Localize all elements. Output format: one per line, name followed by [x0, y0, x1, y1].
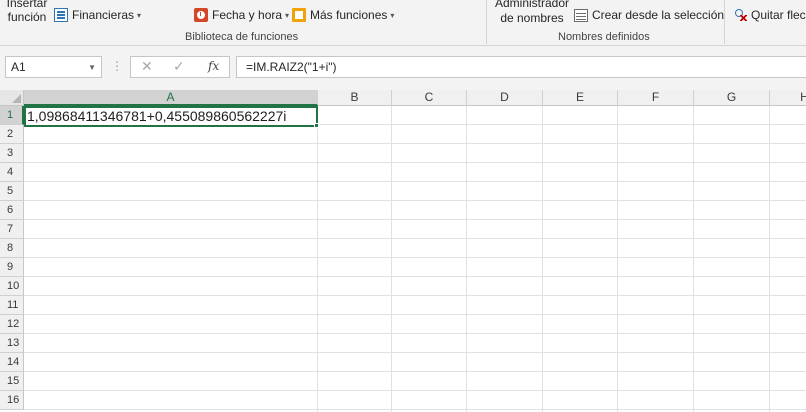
cell-a1[interactable]: 1,09868411346781+0,455089860562227i: [24, 106, 318, 127]
remove-arrows-label: Quitar flec: [751, 8, 806, 22]
row-header-12[interactable]: 12: [0, 315, 24, 334]
chevron-down-icon: ▾: [137, 10, 142, 20]
row-header-8[interactable]: 8: [0, 239, 24, 258]
clock-icon: [194, 8, 208, 22]
name-box-value: A1: [11, 60, 26, 74]
gridline: [617, 106, 618, 412]
formula-input[interactable]: =IM.RAIZ2("1+i"): [236, 56, 806, 78]
group-divider: [486, 0, 487, 44]
table-icon: [574, 8, 588, 22]
gridline: [466, 106, 467, 412]
gridline: [24, 276, 806, 277]
financial-button[interactable]: Financieras ▾: [54, 8, 141, 22]
chevron-down-icon: ▾: [285, 10, 290, 20]
row-header-7[interactable]: 7: [0, 220, 24, 239]
insert-function-icon[interactable]: fx: [208, 59, 219, 73]
select-all-button[interactable]: [0, 90, 24, 106]
column-header-d[interactable]: D: [467, 90, 543, 106]
column-header-e[interactable]: E: [543, 90, 618, 106]
insert-function-label-1: Insertar: [6, 0, 48, 10]
name-manager-label-1: Administrador: [494, 0, 570, 10]
row-header-4[interactable]: 4: [0, 163, 24, 182]
row-header-11[interactable]: 11: [0, 296, 24, 315]
gridline: [24, 390, 806, 391]
financial-label: Financieras: [72, 8, 135, 22]
date-time-label: Fecha y hora: [212, 8, 283, 22]
group-divider: [724, 0, 725, 44]
row-header-3[interactable]: 3: [0, 144, 24, 163]
row-header-15[interactable]: 15: [0, 372, 24, 391]
column-header-h[interactable]: H: [770, 90, 806, 106]
cancel-icon[interactable]: ✕: [141, 58, 153, 75]
gridline: [24, 257, 806, 258]
row-header-5[interactable]: 5: [0, 182, 24, 201]
worksheet-grid[interactable]: A B C D E F G H 1 2 3 4 5 6 7 8 9 10 11 …: [0, 90, 806, 412]
row-header-13[interactable]: 13: [0, 334, 24, 353]
function-library-group-label: Biblioteca de funciones: [185, 31, 299, 43]
name-manager-label-2: de nombres: [500, 11, 564, 25]
financial-icon: [54, 8, 68, 22]
enter-icon[interactable]: ✓: [173, 58, 185, 75]
gridline: [24, 162, 806, 163]
defined-names-group-label: Nombres definidos: [558, 31, 650, 43]
column-header-g[interactable]: G: [694, 90, 770, 106]
row-header-9[interactable]: 9: [0, 258, 24, 277]
insert-function-label-2: función: [7, 10, 47, 24]
row-header-2[interactable]: 2: [0, 125, 24, 144]
insert-function-button[interactable]: Insertar función: [4, 0, 50, 30]
column-header-a[interactable]: A: [24, 90, 318, 106]
gridline: [24, 181, 806, 182]
remove-arrows-icon: [734, 8, 748, 22]
formula-text: =IM.RAIZ2("1+i"): [246, 60, 337, 74]
gridline: [24, 314, 806, 315]
chevron-down-icon: ▾: [390, 10, 395, 20]
more-functions-label: Más funciones: [310, 8, 388, 22]
gridline: [24, 333, 806, 334]
chevron-down-icon[interactable]: ▼: [88, 63, 96, 72]
create-from-selection-label: Crear desde la selección: [592, 8, 725, 22]
gridline: [24, 143, 806, 144]
gridline: [24, 409, 806, 410]
row-header-16[interactable]: 16: [0, 391, 24, 410]
column-header-f[interactable]: F: [618, 90, 694, 106]
gridline: [24, 238, 806, 239]
name-box[interactable]: A1 ▼: [5, 56, 102, 78]
row-header-6[interactable]: 6: [0, 201, 24, 220]
formula-bar: A1 ▼ ⋮ ✕ ✓ fx =IM.RAIZ2("1+i"): [0, 46, 806, 90]
column-header-b[interactable]: B: [318, 90, 392, 106]
formula-bar-resize-handle[interactable]: ⋮: [111, 59, 123, 73]
gridline: [693, 106, 694, 412]
remove-arrows-button[interactable]: Quitar flec: [734, 8, 806, 22]
formula-buttons: ✕ ✓ fx: [130, 56, 230, 78]
row-header-14[interactable]: 14: [0, 353, 24, 372]
date-time-button[interactable]: Fecha y hora ▾: [194, 8, 289, 22]
fill-handle[interactable]: [314, 123, 319, 128]
more-functions-icon: [292, 8, 306, 22]
create-from-selection-button[interactable]: Crear desde la selección: [574, 8, 724, 22]
ribbon: Insertar función Financieras ▾ Fecha y h…: [0, 0, 806, 46]
gridline: [542, 106, 543, 412]
column-header-c[interactable]: C: [392, 90, 467, 106]
gridline: [317, 106, 318, 412]
gridline: [24, 219, 806, 220]
gridline: [24, 200, 806, 201]
gridline: [24, 295, 806, 296]
gridline: [24, 352, 806, 353]
more-functions-button[interactable]: Más funciones ▾: [292, 8, 394, 22]
row-header-10[interactable]: 10: [0, 277, 24, 296]
row-header-1[interactable]: 1: [0, 106, 24, 125]
gridline: [391, 106, 392, 412]
gridline: [769, 106, 770, 412]
gridline: [24, 371, 806, 372]
name-manager-button[interactable]: Administrador de nombres: [492, 0, 572, 30]
